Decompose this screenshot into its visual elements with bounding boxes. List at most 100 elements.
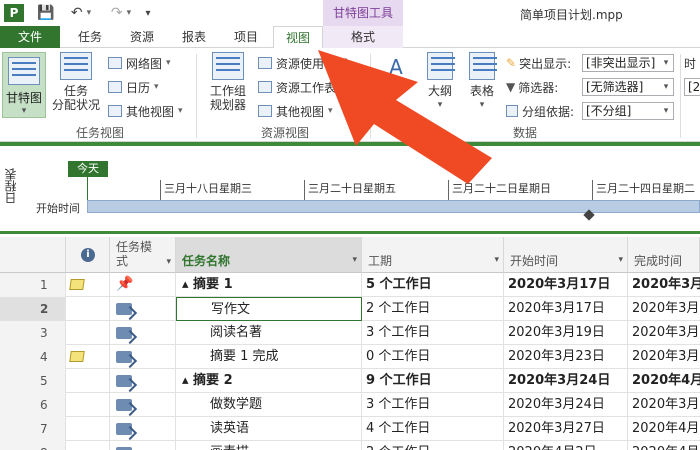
mode-column-header[interactable]: 任务模 式 ▾ [110,237,176,273]
duration-column-header[interactable]: 工期 ▾ [362,237,504,273]
task-name-cell[interactable]: ▴ 摘要 2 [176,369,362,393]
row-number[interactable]: 1 [0,273,66,297]
duration-cell[interactable]: 2 个工作日 [362,441,504,450]
auto-schedule-icon [116,351,132,363]
table-row[interactable]: 6 做数学题3 个工作日2020年3月24日2020年3月26 [0,393,700,417]
task-name-cell[interactable]: 读英语 [176,417,362,441]
table-row[interactable]: 7 读英语4 个工作日2020年3月27日2020年4月1 [0,417,700,441]
finish-cell[interactable]: 2020年3月23 [628,345,700,369]
indicator-cell[interactable] [66,417,110,441]
gantt-chart-button[interactable]: 甘特图 ▾ [2,52,46,118]
row-number[interactable]: 4 [0,345,66,369]
finish-cell[interactable]: 2020年3月26 [628,393,700,417]
resource-sheet-button[interactable]: 资源工作表 ▾ [258,78,345,96]
filter-select[interactable]: [无筛选器] ▾ [582,78,674,96]
task-sheet: i 任务模 式 ▾ 任务名称 ▾ 工期 ▾ 开始时间 ▾ 完成时间 1 ▴ 摘要 … [0,237,700,450]
customize-qat-icon[interactable]: ▾ [142,4,154,22]
chevron-down-icon: ▾ [21,106,27,116]
task-name-cell[interactable]: 阅读名著 [176,321,362,345]
row-number[interactable]: 7 [0,417,66,441]
duration-cell[interactable]: 2 个工作日 [362,297,504,321]
network-diagram-button[interactable]: 网络图 ▾ [108,54,171,72]
finish-cell[interactable]: 2020年4月1 [628,417,700,441]
undo-icon[interactable]: ↶ ▾ [66,4,96,22]
task-name-cell[interactable]: 摘要 1 完成 [176,345,362,369]
start-cell[interactable]: 2020年3月24日 [504,393,628,417]
task-name-cell[interactable]: 做数学题 [176,393,362,417]
highlight-select[interactable]: [非突出显示] ▾ [582,54,674,72]
chevron-down-icon: ▾ [663,82,669,92]
table-row[interactable]: 4 摘要 1 完成0 个工作日2020年3月23日2020年3月23 [0,345,700,369]
sort-button[interactable]: A [378,52,414,82]
other-task-views-button[interactable]: 其他视图 ▾ [108,102,183,120]
timescale-select[interactable]: [2 [684,78,700,96]
table-row[interactable]: 2 写作文2 个工作日2020年3月17日2020年3月18 [0,297,700,321]
task-usage-button[interactable]: 任务 分配状况 [48,52,104,112]
finish-cell[interactable]: 2020年3月18 [628,297,700,321]
row-number[interactable]: 5 [0,369,66,393]
start-cell[interactable]: 2020年4月2日 [504,441,628,450]
finish-cell[interactable]: 2020年3月23 [628,273,700,297]
tab-format[interactable]: 格式 [343,26,383,48]
duration-cell[interactable]: 5 个工作日 [362,273,504,297]
indicator-cell[interactable] [66,393,110,417]
outline-button[interactable]: 大纲 ▾ [420,52,460,112]
row-number[interactable]: 6 [0,393,66,417]
start-cell[interactable]: 2020年3月17日 [504,297,628,321]
timeline-pane[interactable]: 日程表 今天 三月十八日星期三 三月二十日星期五 三月二十二日星期日 三月二十四… [0,142,700,234]
resource-usage-label: 资源使用状况 [276,56,349,71]
finish-column-header[interactable]: 完成时间 [628,237,700,273]
start-cell[interactable]: 2020年3月23日 [504,345,628,369]
duration-cell[interactable]: 3 个工作日 [362,321,504,345]
task-name-cell[interactable]: 写作文 [176,297,362,321]
table-row[interactable]: 3 阅读名著3 个工作日2020年3月19日2020年3月23 [0,321,700,345]
group-by-select[interactable]: [不分组] ▾ [582,102,674,120]
finish-cell[interactable]: 2020年3月23 [628,321,700,345]
info-column-header[interactable]: i [66,237,110,273]
duration-cell[interactable]: 4 个工作日 [362,417,504,441]
indicator-cell[interactable] [66,297,110,321]
finish-cell[interactable]: 2020年4月 [628,369,700,393]
note-icon[interactable] [69,279,85,290]
duration-cell[interactable]: 3 个工作日 [362,393,504,417]
save-icon[interactable]: 💾 [36,4,56,22]
calendar-button[interactable]: 日历 ▾ [108,78,159,96]
tab-project[interactable]: 项目 [226,26,266,48]
task-name-cell[interactable]: ▴ 摘要 1 [176,273,362,297]
row-number[interactable]: 8 [0,441,66,450]
tables-button[interactable]: 表格 ▾ [462,52,502,112]
start-cell[interactable]: 2020年3月27日 [504,417,628,441]
group-by-value: [不分组] [586,104,632,118]
duration-cell[interactable]: 9 个工作日 [362,369,504,393]
team-planner-button[interactable]: 工作组 规划器 [202,52,254,112]
resource-usage-icon [258,57,272,69]
tab-task[interactable]: 任务 [70,26,110,48]
tab-report[interactable]: 报表 [174,26,214,48]
duration-cell[interactable]: 0 个工作日 [362,345,504,369]
row-number[interactable]: 2 [0,297,66,321]
start-cell[interactable]: 2020年3月19日 [504,321,628,345]
redo-icon[interactable]: ↷ ▾ [106,4,136,22]
timeline-bar[interactable] [87,200,700,213]
indicator-cell[interactable] [66,441,110,450]
table-row[interactable]: 1 ▴ 摘要 15 个工作日2020年3月17日2020年3月23 📌 [0,273,700,297]
indicator-cell[interactable] [66,369,110,393]
resource-usage-button[interactable]: 资源使用状况 [258,54,348,72]
row-number[interactable]: 3 [0,321,66,345]
start-cell[interactable]: 2020年3月17日 [504,273,628,297]
tab-resource[interactable]: 资源 [122,26,162,48]
tab-file[interactable]: 文件 [0,26,60,48]
finish-cell[interactable]: 2020年4月3 [628,441,700,450]
start-cell[interactable]: 2020年3月24日 [504,369,628,393]
select-all-corner[interactable] [0,237,66,273]
tab-view[interactable]: 视图 [273,26,323,49]
other-resource-views-button[interactable]: 其他视图 ▾ [258,102,333,120]
indicator-cell[interactable] [66,321,110,345]
name-column-header[interactable]: 任务名称 ▾ [176,237,362,273]
table-row[interactable]: 5 ▴ 摘要 29 个工作日 2020年3月24日 2020年4月 [0,369,700,393]
note-icon[interactable] [69,351,85,362]
start-column-header[interactable]: 开始时间 ▾ [504,237,628,273]
task-name-cell[interactable]: 画素描 [176,441,362,450]
highlight-value: [非突出显示] [586,56,656,70]
table-row[interactable]: 8 画素描2 个工作日2020年4月2日2020年4月3 [0,441,700,450]
